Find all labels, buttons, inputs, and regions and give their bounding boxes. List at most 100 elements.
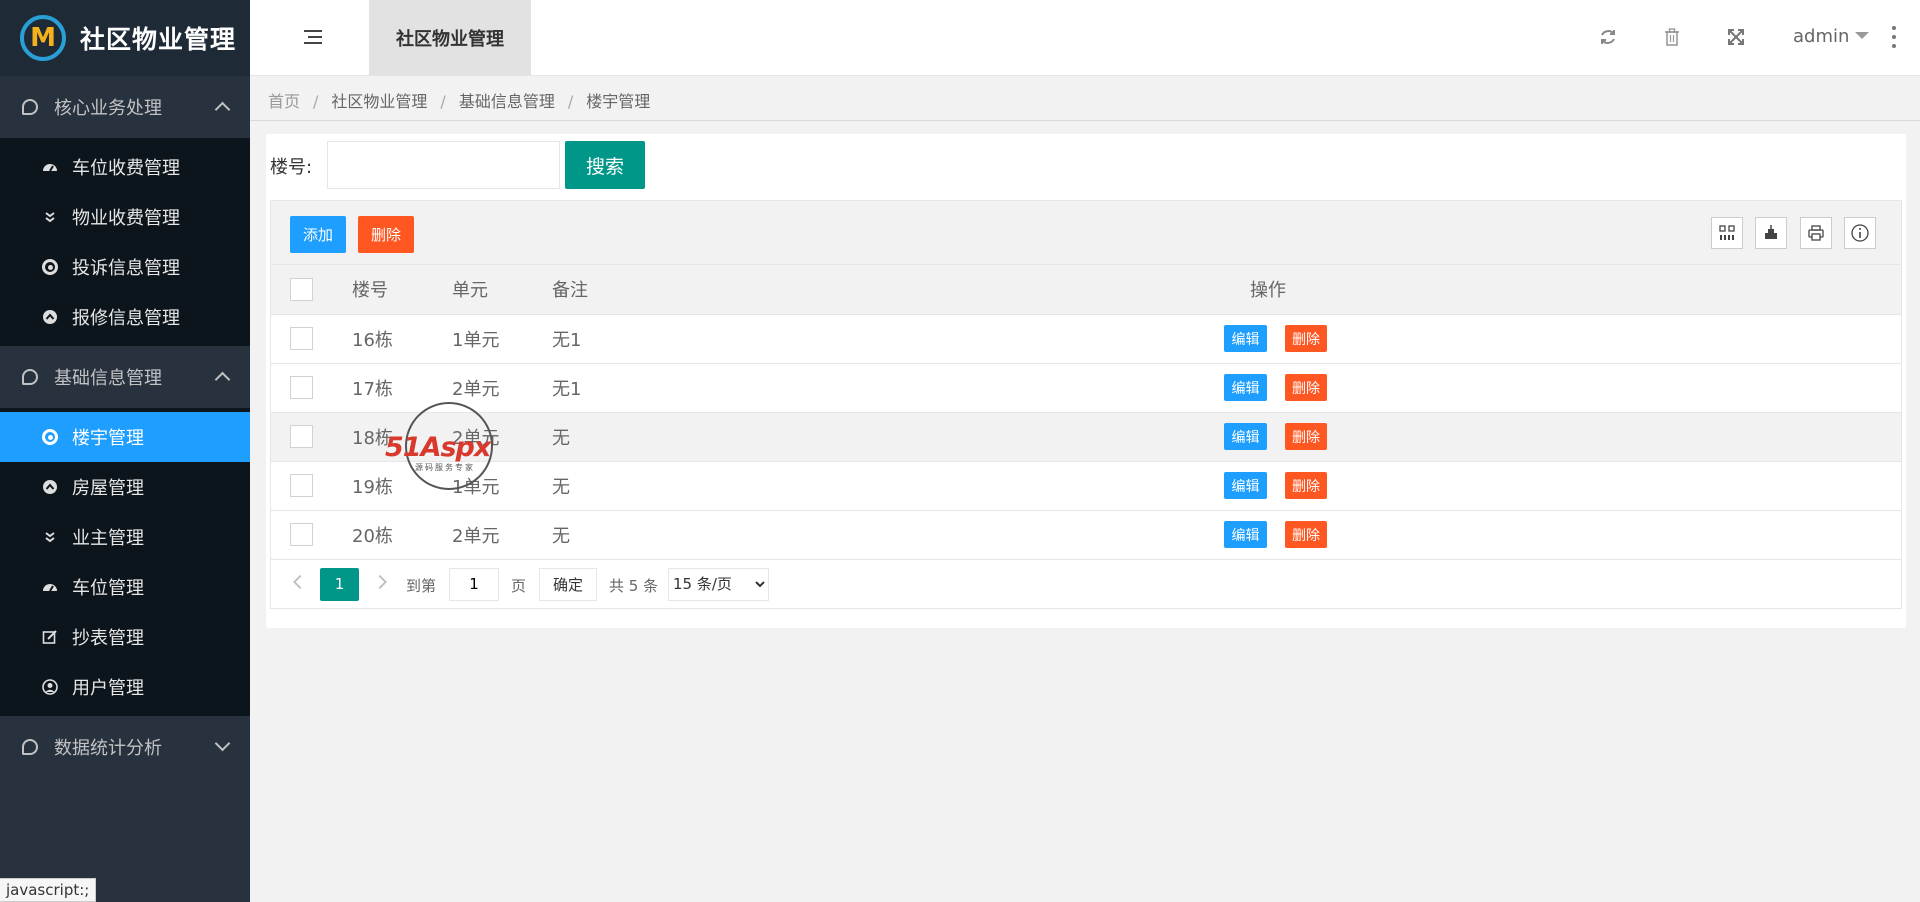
delete-button[interactable]: 删除 bbox=[1285, 423, 1327, 450]
dashboard-icon bbox=[42, 159, 58, 175]
delete-button[interactable]: 删除 bbox=[1285, 521, 1327, 548]
user-menu[interactable]: admin bbox=[1793, 26, 1870, 47]
buildings-table: 楼号 单元 备注 操作 16栋 1单元 无1 编辑 删除 17栋 2单元 无1 编… bbox=[271, 265, 1901, 560]
sidebar-item-repair[interactable]: 报修信息管理 bbox=[0, 292, 250, 342]
info-icon[interactable] bbox=[1844, 217, 1876, 249]
cell-building: 16栋 bbox=[352, 314, 452, 364]
breadcrumb-home[interactable]: 首页 bbox=[268, 92, 300, 111]
row-checkbox[interactable] bbox=[290, 474, 313, 497]
cell-building: 20栋 bbox=[352, 510, 452, 560]
cell-building: 17栋 bbox=[352, 363, 452, 413]
fullscreen-icon[interactable] bbox=[1725, 26, 1747, 48]
row-checkbox[interactable] bbox=[290, 376, 313, 399]
cell-note: 无 bbox=[552, 461, 952, 511]
edit-button[interactable]: 编辑 bbox=[1224, 423, 1267, 450]
username: admin bbox=[1793, 26, 1850, 47]
breadcrumb-item[interactable]: 基础信息管理 bbox=[459, 92, 555, 111]
column-header-note[interactable]: 备注 bbox=[552, 265, 952, 315]
goto-confirm-button[interactable]: 确定 bbox=[539, 567, 597, 601]
next-page-icon[interactable] bbox=[372, 574, 388, 589]
goto-suffix-label: 页 bbox=[511, 576, 527, 595]
data-table: 添加 删除 楼号 单元 备注 操作 16栋 1单元 无1 编辑 删除 17栋 2… bbox=[270, 200, 1902, 609]
delete-button[interactable]: 删除 bbox=[1285, 472, 1327, 499]
table-row: 16栋 1单元 无1 编辑 删除 bbox=[271, 314, 1901, 364]
columns-filter-icon[interactable] bbox=[1711, 217, 1743, 249]
status-bar: javascript:; bbox=[0, 878, 97, 902]
table-row: 17栋 2单元 无1 编辑 删除 bbox=[271, 363, 1901, 413]
cell-note: 无1 bbox=[552, 363, 952, 413]
sidebar-item-property-fee[interactable]: 物业收费管理 bbox=[0, 192, 250, 242]
goto-page-input[interactable] bbox=[449, 567, 499, 601]
nav-group-label: 基础信息管理 bbox=[54, 368, 162, 389]
sidebar-item-label: 房屋管理 bbox=[72, 478, 144, 499]
row-checkbox[interactable] bbox=[290, 523, 313, 546]
page-button-current[interactable]: 1 bbox=[320, 567, 359, 601]
cell-note: 无 bbox=[552, 510, 952, 560]
delete-button[interactable]: 删除 bbox=[1285, 325, 1327, 352]
edit-button[interactable]: 编辑 bbox=[1224, 325, 1267, 352]
user-circle-icon bbox=[42, 679, 58, 695]
trash-icon[interactable] bbox=[1661, 26, 1683, 48]
export-icon[interactable] bbox=[1755, 217, 1787, 249]
search-label: 楼号: bbox=[270, 157, 313, 178]
breadcrumb: 首页 / 社区物业管理 / 基础信息管理 / 楼宇管理 bbox=[268, 92, 651, 111]
building-number-input[interactable] bbox=[327, 141, 560, 189]
chevron-up-icon bbox=[214, 101, 231, 118]
nav-group-statistics[interactable]: 数据统计分析 bbox=[0, 716, 250, 778]
chat-bubble-icon bbox=[22, 369, 38, 385]
tab-community-property[interactable]: 社区物业管理 bbox=[369, 0, 531, 76]
sidebar-item-parking-fee[interactable]: 车位收费管理 bbox=[0, 142, 250, 192]
sidebar-item-houses[interactable]: 房屋管理 bbox=[0, 462, 250, 512]
row-checkbox[interactable] bbox=[290, 327, 313, 350]
column-header-unit[interactable]: 单元 bbox=[452, 265, 552, 315]
cell-note: 无 bbox=[552, 412, 952, 462]
sidebar-item-label: 用户管理 bbox=[72, 678, 144, 699]
table-header-row: 楼号 单元 备注 操作 bbox=[271, 265, 1901, 315]
sidebar-item-label: 物业收费管理 bbox=[72, 208, 180, 229]
sidebar-item-label: 车位收费管理 bbox=[72, 158, 180, 179]
sidebar-item-users[interactable]: 用户管理 bbox=[0, 662, 250, 712]
sidebar-item-label: 车位管理 bbox=[72, 578, 144, 599]
sidebar-item-meter-reading[interactable]: 抄表管理 bbox=[0, 612, 250, 662]
nav-group-label: 核心业务处理 bbox=[54, 98, 162, 119]
column-header-building[interactable]: 楼号 bbox=[352, 265, 452, 315]
refresh-icon[interactable] bbox=[1597, 26, 1619, 48]
prev-page-icon[interactable] bbox=[292, 574, 308, 589]
nav-group-basic-info[interactable]: 基础信息管理 bbox=[0, 346, 250, 408]
menu-toggle-icon[interactable] bbox=[304, 30, 322, 44]
add-button[interactable]: 添加 bbox=[290, 216, 346, 253]
cell-building: 19栋 bbox=[352, 461, 452, 511]
double-chevron-down-icon bbox=[42, 529, 58, 545]
sidebar-item-label: 报修信息管理 bbox=[72, 308, 180, 329]
chevron-down-icon bbox=[214, 735, 231, 752]
edit-button[interactable]: 编辑 bbox=[1224, 472, 1267, 499]
pagination: 1 到第 页 确定 共 5 条 15 条/页 bbox=[271, 560, 1901, 610]
sidebar-item-owners[interactable]: 业主管理 bbox=[0, 512, 250, 562]
nav-group-core-business[interactable]: 核心业务处理 bbox=[0, 76, 250, 138]
cell-note: 无1 bbox=[552, 314, 952, 364]
top-header: 社区物业管理 admin bbox=[250, 0, 1920, 76]
sidebar-item-complaint[interactable]: 投诉信息管理 bbox=[0, 242, 250, 292]
row-checkbox[interactable] bbox=[290, 425, 313, 448]
chevron-up-icon bbox=[214, 371, 231, 388]
edit-button[interactable]: 编辑 bbox=[1224, 521, 1267, 548]
page-size-select[interactable]: 15 条/页 bbox=[668, 567, 769, 601]
more-vertical-icon[interactable] bbox=[1892, 26, 1898, 48]
search-button[interactable]: 搜索 bbox=[565, 141, 645, 189]
sidebar-item-label: 投诉信息管理 bbox=[72, 258, 180, 279]
sidebar-item-buildings[interactable]: 楼宇管理 bbox=[0, 412, 250, 462]
circle-up-icon bbox=[42, 479, 58, 495]
sidebar-item-label: 楼宇管理 bbox=[72, 428, 144, 449]
batch-delete-button[interactable]: 删除 bbox=[358, 216, 414, 253]
print-icon[interactable] bbox=[1800, 217, 1832, 249]
total-count: 共 5 条 bbox=[609, 576, 659, 595]
dashboard-icon bbox=[42, 579, 58, 595]
edit-icon bbox=[42, 629, 58, 645]
target-icon bbox=[42, 259, 58, 275]
breadcrumb-item[interactable]: 社区物业管理 bbox=[331, 92, 427, 111]
edit-button[interactable]: 编辑 bbox=[1224, 374, 1267, 401]
select-all-checkbox[interactable] bbox=[290, 277, 313, 301]
delete-button[interactable]: 删除 bbox=[1285, 374, 1327, 401]
logo[interactable]: 社区物业管理 bbox=[0, 0, 250, 76]
sidebar-item-parking[interactable]: 车位管理 bbox=[0, 562, 250, 612]
